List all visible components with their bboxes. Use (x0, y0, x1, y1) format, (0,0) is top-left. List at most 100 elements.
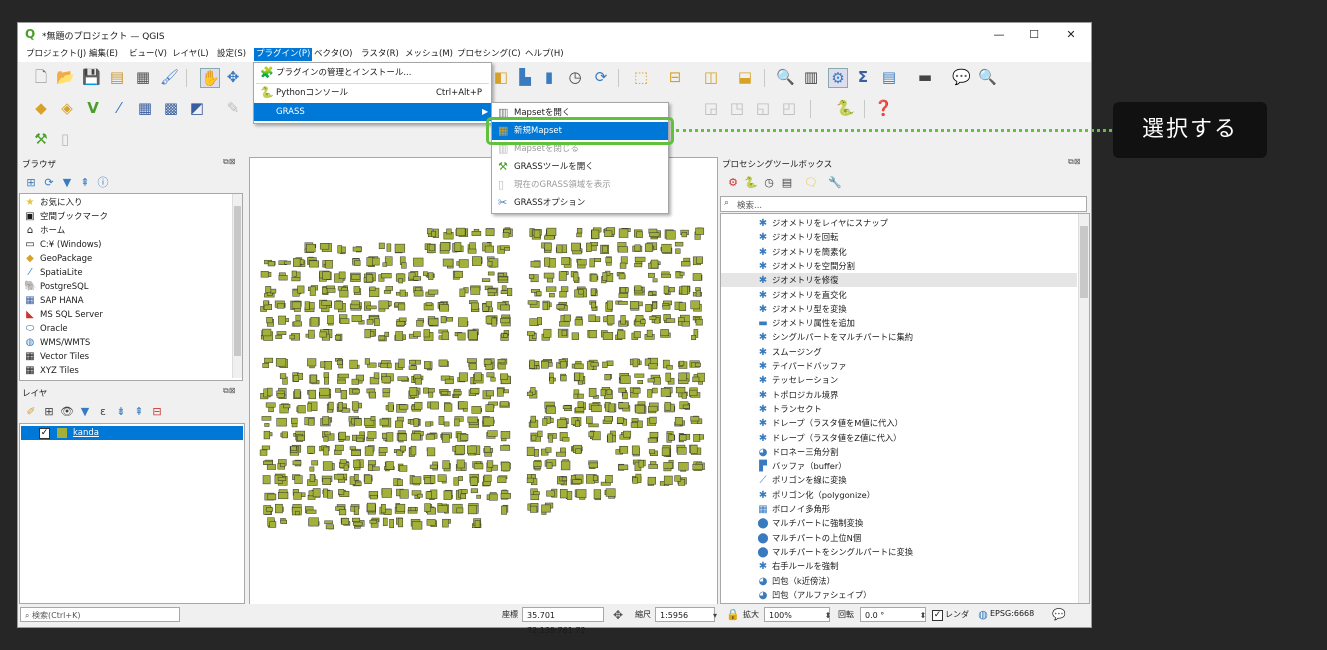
locator-icon[interactable]: 🔍 (978, 68, 997, 86)
browser-item-sap-hana[interactable]: ▦ SAP HANA (24, 294, 83, 308)
select-features-icon[interactable]: ⬚ (632, 68, 650, 86)
collapse-all-icon[interactable]: ⇞ (76, 174, 94, 192)
menu-item-grass-options[interactable]: ✂ GRASSオプション (492, 194, 668, 212)
processing-tool-item[interactable]: ✱ ジオメトリを修復 (721, 273, 1077, 288)
layout-manager-icon[interactable]: ▦ (134, 68, 152, 86)
manage-visibility-icon[interactable]: 👁 (58, 403, 76, 421)
new-print-layout-icon[interactable]: ▤ (108, 68, 126, 86)
scripts-icon[interactable]: 🐍 (742, 174, 760, 192)
browser-item-spatial-bookmarks[interactable]: ▣ 空間ブックマーク (24, 210, 108, 224)
menu-settings[interactable]: 設定(S) (215, 48, 248, 61)
locator-search-input[interactable]: ⌕ 検索(Ctrl+K) (20, 607, 180, 622)
measure-line-icon[interactable]: ▬ (916, 68, 934, 86)
messages-icon[interactable]: 💬 (1050, 606, 1068, 624)
results-viewer-icon[interactable]: ▤ (778, 174, 796, 192)
toggle-extents-icon[interactable]: ✥ (609, 606, 627, 624)
style-manager-icon[interactable]: 🖌 (160, 68, 179, 86)
menu-edit[interactable]: 編集(E) (87, 48, 120, 61)
help-icon[interactable]: ❓ (874, 99, 893, 117)
add-raster-layer-icon[interactable]: ▩ (162, 99, 180, 117)
layer-visibility-checkbox[interactable]: ✓ (39, 428, 50, 439)
processing-tool-item[interactable]: ◕ 凹包（k近傍法） (757, 574, 835, 588)
processing-tool-item[interactable]: ✱ ジオメトリを直交化 (757, 288, 847, 302)
in-place-edit-icon[interactable]: 🗨 (802, 174, 820, 192)
save-project-icon[interactable]: 💾 (82, 68, 101, 86)
deselect-icon[interactable]: ◫ (702, 68, 720, 86)
processing-tool-item[interactable]: ⟋ ポリゴンを線に変換 (757, 473, 847, 487)
menu-raster[interactable]: ラスタ(R) (359, 48, 401, 61)
lock-scale-icon[interactable]: 🔒 (724, 606, 742, 624)
coordinate-field[interactable]: 35.701 72,139.761 72 (522, 607, 604, 635)
browser-item-oracle[interactable]: ⬭ Oracle (24, 322, 68, 336)
add-delimited-text-icon[interactable]: ⁄ (110, 99, 128, 117)
edit-node-icon[interactable]: ◲ (702, 99, 720, 117)
bookmark-list-icon[interactable]: ▮ (540, 68, 558, 86)
processing-scroll-thumb[interactable] (1080, 226, 1088, 298)
processing-tool-item[interactable]: ▛ バッファ（buffer） (757, 459, 846, 473)
browser-item-home[interactable]: ⌂ ホーム (24, 224, 65, 238)
render-checkbox[interactable]: ✓ (932, 610, 943, 621)
crs-label[interactable]: EPSG:6668 (990, 609, 1034, 618)
show-bookmarks-icon[interactable]: ▙ (516, 68, 534, 86)
processing-tool-item[interactable]: ✱ ジオメトリを簡素化 (757, 245, 847, 259)
identify-features-icon[interactable]: 🔍 (776, 68, 795, 86)
filter-expression-icon[interactable]: ε (94, 403, 112, 421)
processing-tool-item[interactable]: ▬ ジオメトリ属性を追加 (757, 316, 855, 330)
processing-tool-item[interactable]: ✱ ジオメトリを空間分割 (757, 259, 855, 273)
python-console-icon[interactable]: 🐍 (836, 99, 855, 117)
add-selected-layers-icon[interactable]: ⊞ (22, 174, 40, 192)
menu-item-show-grass-region[interactable]: ▯ 現在のGRASS領域を表示 (492, 176, 668, 194)
browser-refresh-icon[interactable]: ⟳ (40, 174, 58, 192)
processing-tool-item[interactable]: ▦ ボロノイ多角形 (757, 502, 830, 516)
new-bookmark-icon[interactable]: ◧ (492, 68, 510, 86)
processing-tool-item[interactable]: ✱ トランセクト (757, 402, 822, 416)
processing-tool-item[interactable]: ✱ スムージング (757, 345, 822, 359)
menu-processing[interactable]: プロセシング(C) (455, 48, 523, 61)
processing-tool-item[interactable]: ✱ シングルパートをマルチパートに集約 (757, 330, 913, 344)
data-source-manager-icon[interactable]: ◆ (32, 99, 50, 117)
processing-toolbox-icon[interactable]: ⚙ (828, 68, 848, 88)
maximize-button[interactable]: ☐ (1019, 26, 1049, 44)
panel-float-close-icon[interactable]: ⧉⊠ (223, 157, 235, 167)
add-group-icon[interactable]: ⊞ (40, 403, 58, 421)
digitize-icon[interactable]: ✎ (224, 99, 242, 117)
map-tips-icon[interactable]: 💬 (952, 68, 971, 86)
label-move-icon[interactable]: ◱ (754, 99, 772, 117)
pan-to-selection-icon[interactable]: ✥ (224, 68, 242, 86)
browser-scrollbar[interactable] (232, 194, 242, 378)
browser-scroll-thumb[interactable] (234, 206, 241, 356)
processing-tool-item[interactable]: ⬤ マルチパートをシングルパートに変換 (757, 545, 913, 559)
processing-tool-item[interactable]: ◕ 凹包（アルファシェイプ） (757, 588, 872, 602)
browser-item-c-drive[interactable]: ▭ C:¥ (Windows) (24, 238, 101, 252)
remove-layer-icon[interactable]: ⊟ (148, 403, 166, 421)
processing-tool-item[interactable]: ✱ ドレープ（ラスタ値をZ値に代入） (757, 431, 902, 445)
processing-scrollbar[interactable] (1078, 214, 1089, 603)
menu-plugins[interactable]: プラグイン(P) (254, 48, 313, 61)
select-by-value-icon[interactable]: ⊟ (666, 68, 684, 86)
processing-tool-item[interactable]: ◕ ドロネー三角分割 (757, 445, 839, 459)
browser-item-postgresql[interactable]: 🐘 PostgreSQL (24, 280, 89, 294)
temporal-controller-icon[interactable]: ◷ (566, 68, 584, 86)
processing-tool-item[interactable]: ✱ テッセレーション (757, 373, 838, 387)
menu-item-python-console[interactable]: 🐍 Pythonコンソール Ctrl+Alt+P (254, 84, 491, 102)
layer-styling-icon[interactable]: ✐ (22, 403, 40, 421)
processing-tool-item[interactable]: ✱ ジオメトリを回転 (757, 230, 839, 244)
add-vector-layer-icon[interactable]: V (84, 99, 102, 117)
browser-item-xyz-tiles[interactable]: ▦ XYZ Tiles (24, 364, 79, 378)
options-wrench-icon[interactable]: 🔧 (826, 174, 844, 192)
processing-tool-item[interactable]: ✱ 右手ルールを強制 (757, 559, 839, 573)
menu-item-grass[interactable]: GRASS ▶ (254, 103, 491, 121)
rotation-spin-icon[interactable]: ⬍ (914, 607, 932, 625)
new-project-icon[interactable]: 🗋 (32, 68, 50, 86)
expand-all-icon[interactable]: ⇟ (112, 403, 130, 421)
attribute-table-icon[interactable]: ▥ (802, 68, 820, 86)
browser-item-vector-tiles[interactable]: ▦ Vector Tiles (24, 350, 89, 364)
filter-browser-icon[interactable]: ▼ (58, 174, 76, 192)
menu-view[interactable]: ビュー(V) (127, 48, 169, 61)
minimize-button[interactable]: — (984, 26, 1014, 44)
map-canvas[interactable] (249, 157, 718, 605)
processing-tool-item[interactable]: ✱ トポロジカル境界 (757, 388, 839, 402)
label-rotate-icon[interactable]: ◰ (780, 99, 798, 117)
panel-float-close-icon[interactable]: ⧉⊠ (223, 386, 235, 396)
processing-tool-item[interactable]: ✱ ポリゴン化（polygonize） (757, 488, 875, 502)
